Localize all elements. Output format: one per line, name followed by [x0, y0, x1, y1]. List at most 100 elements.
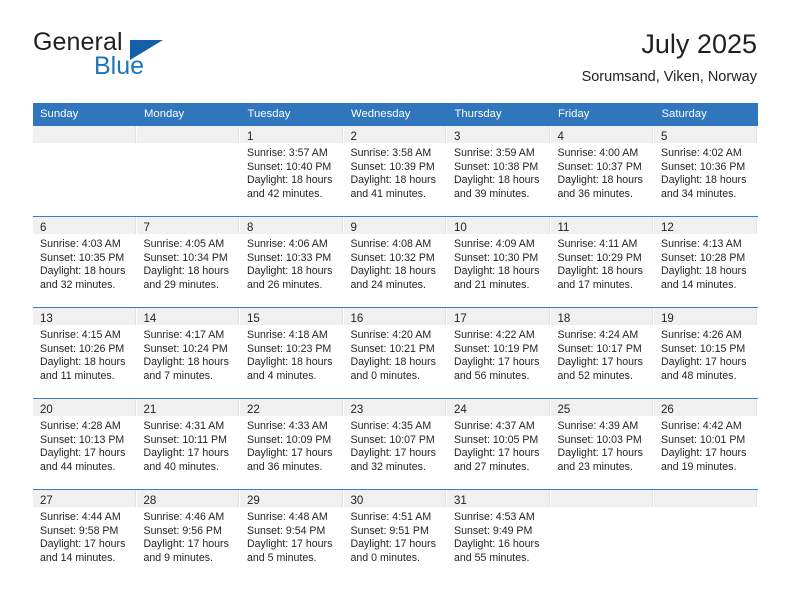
calendar-day-cell[interactable]: 27 Sunrise: 4:44 AM Sunset: 9:58 PM Dayligh…: [33, 489, 137, 580]
day-daylight-1-text: Daylight: 17 hours: [454, 447, 540, 460]
day-sunrise-text: Sunrise: 4:44 AM: [40, 511, 121, 523]
day-daylight-1-text: Daylight: 18 hours: [557, 174, 643, 187]
calendar-day-cell[interactable]: 23 Sunrise: 4:35 AM Sunset: 10:07 PM Daylig…: [343, 398, 447, 490]
calendar-day-cell[interactable]: 13 Sunrise: 4:15 AM Sunset: 10:26 PM Daylig…: [33, 307, 137, 399]
calendar-page: General Blue July 2025 Sorumsand, Viken,…: [0, 0, 792, 612]
calendar-day-cell[interactable]: 9 Sunrise: 4:08 AM Sunset: 10:32 PM Dayligh…: [343, 216, 447, 308]
day-sunset-text: Sunset: 10:26 PM: [40, 342, 125, 355]
day-sunrise-text: Sunrise: 4:51 AM: [350, 511, 432, 523]
day-sunrise-text: Sunrise: 4:33 AM: [247, 420, 328, 432]
calendar-day-cell[interactable]: 8 Sunrise: 4:06 AM Sunset: 10:33 PM Dayligh…: [240, 216, 344, 308]
day-number-band: 21: [136, 399, 239, 416]
day-sunrise-text: Sunrise: 4:13 AM: [661, 238, 742, 250]
day-number-band: 19: [654, 308, 757, 325]
day-daylight-1-text: Daylight: 17 hours: [350, 538, 436, 551]
day-daylight-1-text: Daylight: 18 hours: [454, 174, 540, 187]
day-daylight-2-text: and 39 minutes.: [454, 188, 530, 201]
logo-text-blue: Blue: [94, 52, 145, 80]
day-cell-inner: [654, 490, 758, 580]
day-number-band: 12: [654, 217, 757, 234]
day-details: Sunrise: 4:37 AM Sunset: 10:05 PM Daylight…: [447, 416, 550, 475]
calendar-day-cell[interactable]: 5 Sunrise: 4:02 AM Sunset: 10:36 PM Dayligh…: [654, 126, 758, 217]
day-details: Sunrise: 4:51 AM Sunset: 9:51 PM Daylight:…: [344, 507, 447, 566]
calendar-day-cell[interactable]: 24 Sunrise: 4:37 AM Sunset: 10:05 PM Daylig…: [447, 398, 551, 490]
calendar-day-cell[interactable]: 26 Sunrise: 4:42 AM Sunset: 10:01 PM Daylig…: [654, 398, 758, 490]
calendar-day-cell[interactable]: 10 Sunrise: 4:09 AM Sunset: 10:30 PM Daylig…: [447, 216, 551, 308]
day-sunrise-text: Sunrise: 4:08 AM: [350, 238, 432, 250]
day-cell-inner: 21 Sunrise: 4:31 AM Sunset: 10:11 PM Daylig…: [136, 399, 240, 489]
calendar-day-cell[interactable]: 17 Sunrise: 4:22 AM Sunset: 10:19 PM Daylig…: [447, 307, 551, 399]
calendar-day-cell[interactable]: 2 Sunrise: 3:58 AM Sunset: 10:39 PM Dayligh…: [343, 126, 447, 217]
day-details: Sunrise: 4:00 AM Sunset: 10:37 PM Daylight…: [551, 143, 654, 202]
day-daylight-2-text: and 5 minutes.: [247, 552, 317, 565]
day-daylight-1-text: Daylight: 18 hours: [661, 265, 747, 278]
day-daylight-1-text: Daylight: 18 hours: [454, 265, 540, 278]
day-cell-inner: 29 Sunrise: 4:48 AM Sunset: 9:54 PM Dayligh…: [240, 490, 344, 580]
day-number: 18: [557, 313, 571, 325]
weekday-header-saturday: Saturday: [654, 103, 758, 126]
calendar-day-cell[interactable]: 29 Sunrise: 4:48 AM Sunset: 9:54 PM Dayligh…: [240, 489, 344, 580]
calendar-day-cell[interactable]: 6 Sunrise: 4:03 AM Sunset: 10:35 PM Dayligh…: [33, 216, 137, 308]
day-daylight-2-text: and 52 minutes.: [557, 370, 633, 383]
calendar-day-cell[interactable]: 7 Sunrise: 4:05 AM Sunset: 10:34 PM Dayligh…: [136, 216, 240, 308]
day-daylight-1-text: Daylight: 17 hours: [40, 538, 126, 551]
calendar-day-cell[interactable]: 21 Sunrise: 4:31 AM Sunset: 10:11 PM Daylig…: [136, 398, 240, 490]
calendar-day-cell[interactable]: 11 Sunrise: 4:11 AM Sunset: 10:29 PM Daylig…: [550, 216, 654, 308]
calendar-day-cell[interactable]: 31 Sunrise: 4:53 AM Sunset: 9:49 PM Dayligh…: [447, 489, 551, 580]
calendar-day-cell[interactable]: 22 Sunrise: 4:33 AM Sunset: 10:09 PM Daylig…: [240, 398, 344, 490]
day-daylight-2-text: and 36 minutes.: [557, 188, 633, 201]
calendar-day-cell[interactable]: 4 Sunrise: 4:00 AM Sunset: 10:37 PM Dayligh…: [550, 126, 654, 217]
calendar-day-cell[interactable]: 19 Sunrise: 4:26 AM Sunset: 10:15 PM Daylig…: [654, 307, 758, 399]
day-number: 15: [247, 313, 260, 325]
day-cell-inner: 3 Sunrise: 3:59 AM Sunset: 10:38 PM Dayligh…: [447, 126, 551, 216]
day-daylight-2-text: and 14 minutes.: [40, 552, 116, 565]
calendar-day-cell[interactable]: 12 Sunrise: 4:13 AM Sunset: 10:28 PM Daylig…: [654, 216, 758, 308]
day-daylight-1-text: Daylight: 17 hours: [557, 356, 643, 369]
day-daylight-2-text: and 11 minutes.: [40, 370, 115, 383]
day-cell-inner: 22 Sunrise: 4:33 AM Sunset: 10:09 PM Daylig…: [240, 399, 344, 489]
day-daylight-1-text: Daylight: 16 hours: [454, 538, 540, 551]
calendar-day-cell[interactable]: 18 Sunrise: 4:24 AM Sunset: 10:17 PM Daylig…: [550, 307, 654, 399]
day-daylight-1-text: Daylight: 17 hours: [143, 538, 229, 551]
calendar-day-cell[interactable]: 15 Sunrise: 4:18 AM Sunset: 10:23 PM Daylig…: [240, 307, 344, 399]
day-number-band: 5: [654, 126, 757, 143]
day-number-band: 27: [33, 490, 136, 507]
calendar-day-cell[interactable]: 3 Sunrise: 3:59 AM Sunset: 10:38 PM Dayligh…: [447, 126, 551, 217]
day-cell-inner: 8 Sunrise: 4:06 AM Sunset: 10:33 PM Dayligh…: [240, 217, 344, 307]
day-number: 20: [40, 404, 53, 416]
calendar-day-cell[interactable]: 25 Sunrise: 4:39 AM Sunset: 10:03 PM Daylig…: [550, 398, 654, 490]
day-number-band: 29: [240, 490, 343, 507]
day-daylight-2-text: and 42 minutes.: [247, 188, 323, 201]
calendar-week-row: 1 Sunrise: 3:57 AM Sunset: 10:40 PM Dayligh…: [33, 126, 758, 217]
day-sunset-text: Sunset: 10:40 PM: [247, 160, 332, 173]
weekday-header-wednesday: Wednesday: [343, 103, 448, 126]
day-daylight-2-text: and 32 minutes.: [40, 279, 116, 292]
calendar-day-cell[interactable]: 20 Sunrise: 4:28 AM Sunset: 10:13 PM Daylig…: [33, 398, 137, 490]
day-daylight-2-text: and 44 minutes.: [40, 461, 116, 474]
day-details: Sunrise: 4:06 AM Sunset: 10:33 PM Daylight…: [240, 234, 343, 293]
day-daylight-1-text: Daylight: 17 hours: [557, 447, 643, 460]
day-daylight-1-text: Daylight: 17 hours: [454, 356, 540, 369]
day-daylight-1-text: Daylight: 17 hours: [247, 538, 333, 551]
day-sunrise-text: Sunrise: 4:05 AM: [143, 238, 225, 250]
general-blue-logo[interactable]: General Blue: [33, 28, 293, 90]
calendar-day-cell[interactable]: 28 Sunrise: 4:46 AM Sunset: 9:56 PM Dayligh…: [136, 489, 240, 580]
day-sunset-text: Sunset: 10:09 PM: [247, 433, 332, 446]
day-sunset-text: Sunset: 10:01 PM: [661, 433, 746, 446]
day-details: Sunrise: 4:08 AM Sunset: 10:32 PM Daylight…: [344, 234, 447, 293]
day-daylight-2-text: and 27 minutes.: [454, 461, 530, 474]
calendar-day-cell[interactable]: 1 Sunrise: 3:57 AM Sunset: 10:40 PM Dayligh…: [240, 126, 344, 217]
day-sunrise-text: Sunrise: 4:15 AM: [40, 329, 121, 341]
page-title: July 2025: [641, 29, 757, 59]
day-daylight-2-text: and 56 minutes.: [454, 370, 530, 383]
calendar-day-cell[interactable]: 16 Sunrise: 4:20 AM Sunset: 10:21 PM Daylig…: [343, 307, 447, 399]
calendar-day-cell[interactable]: 30 Sunrise: 4:51 AM Sunset: 9:51 PM Dayligh…: [343, 489, 447, 580]
day-cell-inner: 26 Sunrise: 4:42 AM Sunset: 10:01 PM Daylig…: [654, 399, 758, 489]
day-number: 3: [454, 131, 461, 143]
calendar-day-cell: [654, 489, 758, 580]
day-details: Sunrise: 4:03 AM Sunset: 10:35 PM Daylight…: [33, 234, 136, 293]
calendar-day-cell[interactable]: 14 Sunrise: 4:17 AM Sunset: 10:24 PM Daylig…: [136, 307, 240, 399]
day-sunrise-text: Sunrise: 4:28 AM: [40, 420, 121, 432]
day-number-band: 18: [550, 308, 653, 325]
day-details: Sunrise: 4:31 AM Sunset: 10:11 PM Daylight…: [137, 416, 240, 475]
